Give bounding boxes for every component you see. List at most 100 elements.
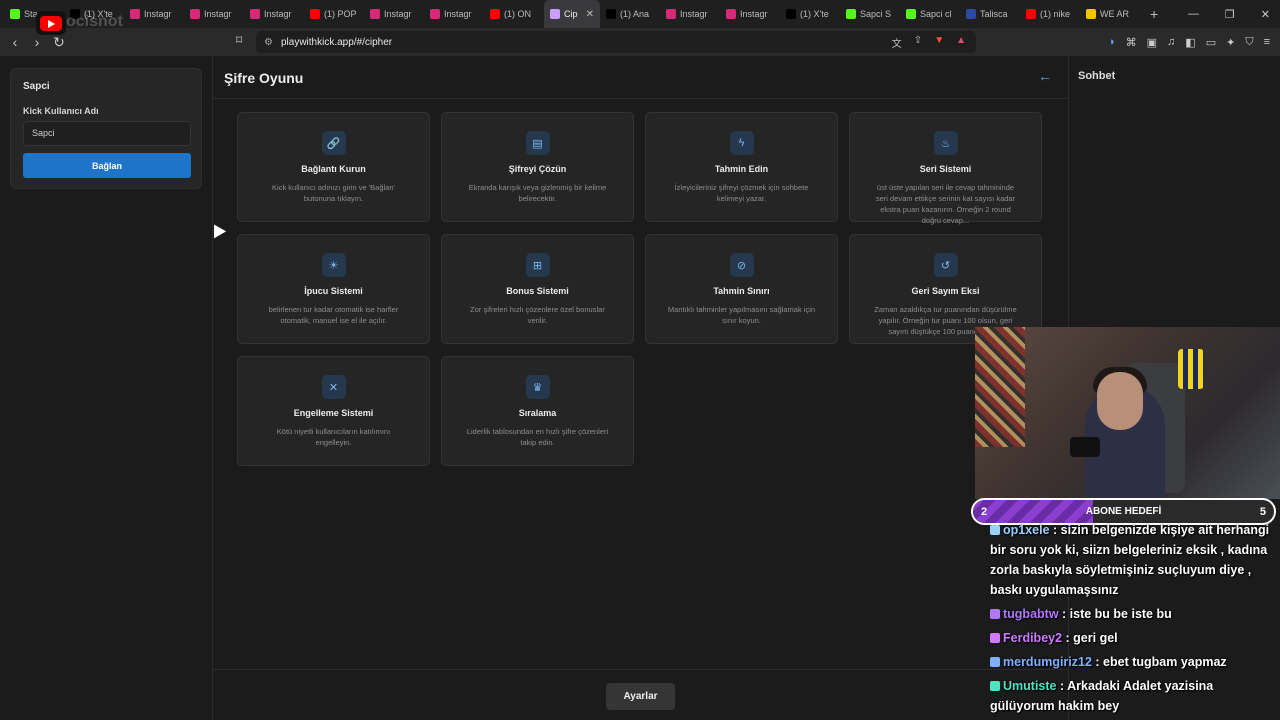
browser-tab[interactable]: Sapci S — [840, 0, 900, 28]
card-description: İzleyicileriniz şifreyi çözmek için sohb… — [674, 183, 809, 203]
chat-message: tugbabtw : iste bu be iste bu — [990, 604, 1280, 624]
feature-card: ✕ Engelleme Sistemi Kötü niyetli kullanıcı… — [237, 356, 430, 466]
minimize-icon[interactable]: — — [1188, 8, 1199, 20]
tab-strip: Sta (1) X'te Instagr Instagr Instagr (1) POP I… — [0, 0, 1280, 28]
feature-card: ☀ İpucu Sistemi belirlenen tur kadar otoma… — [237, 234, 430, 344]
tab-label: Instagr — [444, 9, 472, 19]
tab-label: Instagr — [680, 9, 708, 19]
reload-icon[interactable]: ↻ — [48, 34, 70, 51]
feature-card: ⊞ Bonus Sistemi Zor şifreleri hızlı çözenl… — [441, 234, 634, 344]
chat-username: Umutiste — [1003, 679, 1057, 693]
browser-tab[interactable]: Sapci cl — [900, 0, 960, 28]
tab-favicon-icon — [310, 9, 320, 19]
user-badge-icon — [990, 609, 1000, 619]
close-icon[interactable]: ✕ — [1261, 8, 1270, 21]
tab-favicon-icon — [846, 9, 856, 19]
browser-tab[interactable]: Instagr — [424, 0, 484, 28]
card-title: Şifreyi Çözün — [508, 164, 567, 174]
card-title: Geri Sayım Eksi — [911, 286, 980, 296]
tab-favicon-icon — [550, 9, 560, 19]
browser-tab[interactable]: Instagr — [720, 0, 780, 28]
history-icon: ↺ — [933, 253, 958, 277]
tab-favicon-icon — [1086, 9, 1096, 19]
card-description: üst üste yapılan seri ile cevap tahminin… — [875, 183, 1016, 225]
browser-tab[interactable]: (1) Ana — [600, 0, 660, 28]
tab-favicon-icon — [1026, 9, 1036, 19]
tab-favicon-icon — [430, 9, 440, 19]
brave-rewards-icon[interactable]: ▲ — [956, 35, 966, 50]
tab-favicon-icon — [190, 9, 200, 19]
chat-username: merdumgiriz12 — [1003, 655, 1092, 669]
browser-tab[interactable]: Talisca — [960, 0, 1020, 28]
bookmark-icon[interactable]: ⌑ — [236, 33, 242, 47]
forward-icon[interactable]: › — [26, 34, 48, 50]
tab-label: (1) X'te — [800, 9, 829, 19]
leo-ai-icon[interactable]: ✦ — [1226, 36, 1235, 49]
share-icon[interactable]: ⇪ — [914, 35, 922, 50]
feature-card: ▤ Şifreyi Çözün Ekranda karışık veya gizle… — [441, 112, 634, 222]
tab-favicon-icon — [786, 9, 796, 19]
link-icon: 🔗 — [321, 131, 346, 155]
tab-favicon-icon — [906, 9, 916, 19]
audio-icon[interactable]: ◗ — [1109, 36, 1116, 48]
address-bar[interactable]: ⚙ playwithkick.app/#/cipher 文 ⇪ ▼ ▲ — [256, 31, 976, 53]
tab-label: Instagr — [384, 9, 412, 19]
new-tab-button[interactable]: + — [1140, 6, 1168, 22]
browser-tab[interactable]: Instagr — [184, 0, 244, 28]
browser-tab[interactable]: WE AR — [1080, 0, 1140, 28]
brave-shield-icon[interactable]: ▼ — [934, 35, 944, 50]
divider — [213, 669, 1068, 670]
tab-favicon-icon — [490, 9, 500, 19]
browser-tab[interactable]: (1) ON — [484, 0, 544, 28]
chat-message: op1xele : sizin belgenizde kişiye ait he… — [990, 520, 1280, 600]
lightbulb-icon: ☀ — [321, 253, 346, 277]
wallet-icon[interactable]: ▭ — [1206, 36, 1216, 49]
card-description: Kötü niyetli kullanıcıların katılımını e… — [276, 427, 391, 447]
tab-close-icon[interactable]: ✕ — [586, 9, 594, 20]
card-description: Kick kullanıcı adınızı girin ve 'Bağlan'… — [272, 183, 395, 203]
browser-tab[interactable]: (1) X'te — [780, 0, 840, 28]
back-icon[interactable]: ‹ — [4, 34, 26, 50]
browser-tab[interactable]: Instagr — [124, 0, 184, 28]
card-title: Bonus Sistemi — [506, 286, 569, 296]
divider — [212, 56, 213, 720]
chat-text: : iste bu be iste bu — [1058, 607, 1172, 621]
vpn-icon[interactable]: ⛉ — [1245, 36, 1253, 49]
tab-favicon-icon — [966, 9, 976, 19]
tab-favicon-icon — [10, 9, 20, 19]
extensions-icon[interactable]: ⌘ — [1126, 36, 1137, 49]
browser-tab[interactable]: (1) nike — [1020, 0, 1080, 28]
sidebar-icon[interactable]: ◧ — [1185, 36, 1195, 49]
screenshot-icon[interactable]: ▣ — [1147, 36, 1157, 49]
tab-label: Cip — [564, 9, 578, 19]
browser-tab[interactable]: (1) POP — [304, 0, 364, 28]
user-badge-icon — [990, 633, 1000, 643]
card-title: İpucu Sistemi — [304, 286, 363, 296]
site-info-icon[interactable]: ⚙ — [264, 37, 273, 48]
browser-tab[interactable]: Instagr — [244, 0, 304, 28]
browser-tab[interactable]: Cip ✕ — [544, 0, 600, 28]
maximize-icon[interactable]: ❐ — [1225, 8, 1235, 21]
chat-message: Umutiste : Arkadaki Adalet yazisina gülü… — [990, 676, 1280, 716]
chat-username: tugbabtw — [1003, 607, 1059, 621]
trophy-icon: ♛ — [525, 375, 550, 399]
settings-button[interactable]: Ayarlar — [606, 683, 675, 710]
back-arrow-icon[interactable]: ← — [1038, 68, 1052, 84]
translate-icon[interactable]: 文 — [892, 35, 902, 50]
media-icon[interactable]: ♫ — [1167, 36, 1175, 48]
browser-tab[interactable]: Instagr — [364, 0, 424, 28]
tab-favicon-icon — [370, 9, 380, 19]
tab-favicon-icon — [726, 9, 736, 19]
username-input[interactable]: Sapci — [23, 121, 191, 146]
feature-card: ♨ Seri Sistemi üst üste yapılan seri ile c… — [849, 112, 1042, 225]
tab-label: (1) POP — [324, 9, 357, 19]
browser-tab[interactable]: Instagr — [660, 0, 720, 28]
goal-target: 5 — [1259, 505, 1266, 518]
connect-button[interactable]: Bağlan — [23, 153, 191, 178]
card-description: Zor şifreleri hızlı çözenlere özel bonus… — [470, 305, 605, 325]
tab-label: WE AR — [1100, 9, 1130, 19]
menu-icon[interactable]: ≡ — [1264, 36, 1270, 48]
page-title: Şifre Oyunu — [224, 70, 304, 86]
card-title: Seri Sistemi — [919, 164, 972, 174]
card-description: Liderlik tablosundan en hızlı şifre çöze… — [466, 427, 609, 447]
